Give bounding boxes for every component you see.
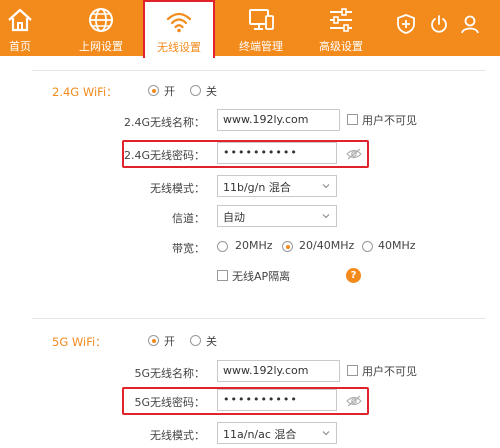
wifi5-section-label: 5G WiFi：: [52, 335, 107, 349]
globe-icon: [89, 8, 113, 32]
ap-isolation-checkbox[interactable]: [217, 270, 228, 281]
nav-item-advanced-settings[interactable]: 高级设置: [306, 0, 376, 56]
nav-label-home: 首页: [9, 40, 31, 53]
bw-20-label: 20MHz: [235, 239, 273, 252]
wifi24-password-label: 2.4G无线密码：: [123, 149, 205, 162]
wifi24-mode-label: 无线模式：: [150, 182, 205, 195]
help-icon[interactable]: ?: [346, 268, 361, 283]
nav-item-home[interactable]: 首页: [0, 0, 40, 56]
wifi24-name-input[interactable]: www.192ly.com: [217, 109, 340, 131]
eye-slash-icon[interactable]: [346, 148, 362, 160]
chevron-down-icon: [322, 214, 330, 219]
wifi5-on-label: 开: [164, 335, 175, 348]
wifi5-hide-label: 用户不可见: [362, 365, 417, 378]
monitor-icon: [249, 9, 274, 30]
wifi24-password-input[interactable]: ••••••••••: [217, 142, 337, 164]
wifi24-on-label: 开: [164, 85, 175, 98]
nav-label-terminal-management: 终端管理: [239, 40, 283, 53]
nav-item-internet-settings[interactable]: 上网设置: [66, 0, 136, 56]
wifi5-mode-value: 11a/n/ac 混合: [223, 428, 297, 441]
bw-2040-label: 20/40MHz: [299, 239, 355, 252]
wifi5-name-label: 5G无线名称：: [134, 367, 205, 380]
wifi24-channel-label: 信道：: [172, 212, 205, 225]
wifi5-password-label: 5G无线密码：: [134, 396, 205, 409]
nav-label-internet-settings: 上网设置: [79, 40, 123, 53]
sliders-icon: [330, 8, 352, 32]
top-navigation: 首页 上网设置 无线设置 终端管理 高级设置: [0, 0, 500, 58]
wifi5-name-input[interactable]: www.192ly.com: [217, 360, 340, 382]
bw-40-label: 40MHz: [378, 239, 416, 252]
wifi24-mode-select[interactable]: 11b/g/n 混合: [217, 175, 337, 197]
power-icon[interactable]: [429, 14, 449, 34]
nav-item-wireless-settings[interactable]: 无线设置: [143, 0, 215, 58]
nav-label-advanced-settings: 高级设置: [319, 40, 363, 53]
wifi24-section-label: 2.4G WiFi：: [52, 85, 118, 99]
home-icon: [8, 8, 32, 32]
wifi24-channel-value: 自动: [223, 211, 245, 224]
ap-isolation-label: 无线AP隔离: [232, 270, 291, 283]
user-icon[interactable]: [460, 14, 480, 34]
wifi24-channel-select[interactable]: 自动: [217, 205, 337, 227]
wifi24-off-label: 关: [206, 85, 217, 98]
divider: [32, 318, 486, 319]
bw-40-radio[interactable]: [362, 241, 373, 252]
wifi24-on-radio[interactable]: [148, 85, 159, 96]
wifi5-on-radio[interactable]: [148, 335, 159, 346]
chevron-down-icon: [322, 184, 330, 189]
wifi5-off-label: 关: [206, 335, 217, 348]
eye-slash-icon[interactable]: [346, 395, 362, 407]
wifi24-hide-label: 用户不可见: [362, 114, 417, 127]
wifi5-mode-select[interactable]: 11a/n/ac 混合: [217, 422, 337, 444]
plus-shield-icon[interactable]: [396, 14, 416, 34]
bw-20-radio[interactable]: [217, 241, 228, 252]
divider: [32, 70, 486, 71]
wifi5-password-input[interactable]: ••••••••••: [217, 389, 337, 411]
wifi24-mode-value: 11b/g/n 混合: [223, 181, 291, 194]
wifi24-name-label: 2.4G无线名称：: [123, 116, 205, 129]
nav-item-terminal-management[interactable]: 终端管理: [226, 0, 296, 56]
wifi5-mode-label: 无线模式：: [150, 429, 205, 442]
wifi-icon: [166, 12, 192, 33]
wifi24-off-radio[interactable]: [190, 85, 201, 96]
nav-label-wireless-settings: 无线设置: [157, 41, 201, 54]
wifi24-bandwidth-label: 带宽：: [172, 242, 205, 255]
wifi5-hide-checkbox[interactable]: [347, 365, 358, 376]
bw-2040-radio[interactable]: [282, 241, 293, 252]
chevron-down-icon: [322, 431, 330, 436]
wifi24-hide-checkbox[interactable]: [347, 114, 358, 125]
wifi5-off-radio[interactable]: [190, 335, 201, 346]
